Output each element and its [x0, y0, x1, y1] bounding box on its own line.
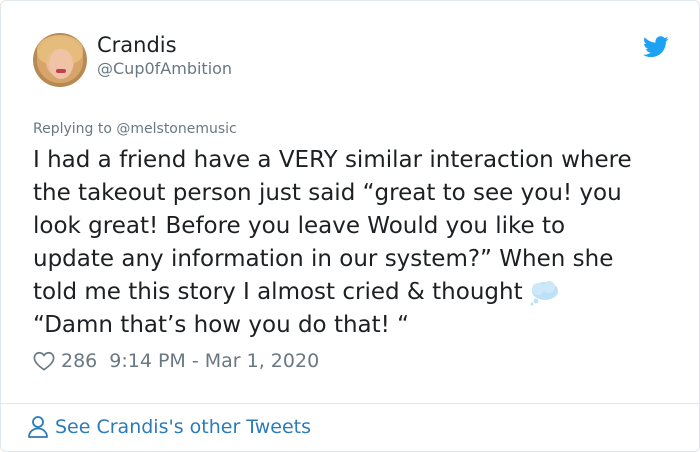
person-icon: [28, 416, 48, 438]
tweet-line-with-emoji: told me this story I almost cried & thou…: [33, 276, 673, 309]
twitter-bird-icon[interactable]: [643, 36, 669, 58]
tweet-card: Crandis @Cup0fAmbition Replying to @mels…: [0, 0, 700, 452]
like-count[interactable]: 286: [61, 350, 97, 372]
thought-balloon-icon: [530, 280, 558, 305]
tweet-line: look great! Before you leave Would you l…: [33, 213, 566, 239]
tweet-line: update any information in our system?” W…: [33, 246, 614, 272]
author-name[interactable]: Crandis: [97, 33, 177, 57]
tweet-timestamp[interactable]: 9:14 PM - Mar 1, 2020: [109, 350, 319, 372]
tweet-line: told me this story I almost cried & thou…: [33, 279, 523, 305]
tweet-meta: 286 9:14 PM - Mar 1, 2020: [33, 350, 319, 372]
heart-icon[interactable]: [33, 350, 55, 372]
replying-to[interactable]: Replying to @melstonemusic: [33, 121, 237, 137]
tweet-line: “Damn that’s how you do that! “: [33, 312, 410, 338]
see-other-tweets-link[interactable]: See Crandis's other Tweets: [27, 415, 311, 439]
tweet-line: the takeout person just said “great to s…: [33, 180, 622, 206]
avatar[interactable]: [33, 33, 87, 87]
see-other-tweets-label[interactable]: See Crandis's other Tweets: [55, 416, 311, 438]
tweet-text: I had a friend have a VERY similar inter…: [33, 144, 673, 342]
divider: [1, 403, 699, 404]
author-handle[interactable]: @Cup0fAmbition: [97, 59, 232, 78]
tweet-line: I had a friend have a VERY similar inter…: [33, 147, 632, 173]
